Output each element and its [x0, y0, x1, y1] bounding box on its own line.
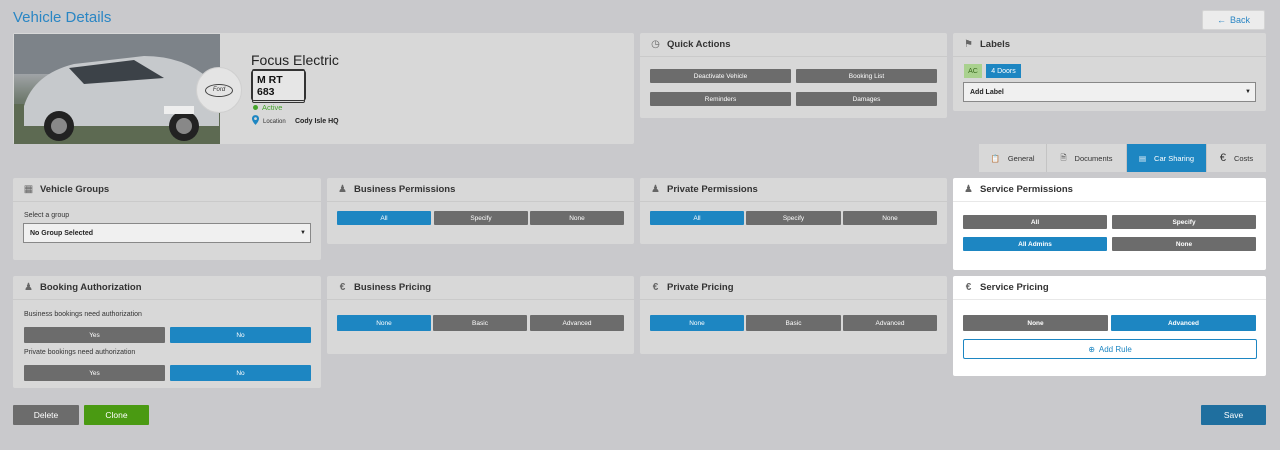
business-authorization-no-button[interactable]: No: [170, 327, 311, 343]
document-icon: 🗎: [1060, 152, 1067, 162]
tab-car-sharing[interactable]: ▤ Car Sharing: [1127, 144, 1207, 172]
euro-icon: €: [965, 282, 972, 293]
private-permission-none-button[interactable]: None: [843, 211, 937, 225]
car-sharing-icon: ▤: [1138, 153, 1147, 163]
location-label: Location: [263, 119, 286, 125]
arrow-left-icon: ←: [1216, 15, 1226, 25]
quick-actions-header: ◷ Quick Actions: [640, 33, 947, 57]
business-permission-none-button[interactable]: None: [530, 211, 624, 225]
private-permission-all-button[interactable]: All: [650, 211, 744, 225]
back-button[interactable]: ← Back: [1202, 10, 1265, 30]
service-permission-specify-button[interactable]: Specify: [1112, 215, 1256, 229]
business-permissions-header: ♟ Business Permissions: [327, 178, 634, 202]
service-permissions-card: ♟ Service Permissions All Specify All Ad…: [953, 178, 1266, 270]
add-label-select[interactable]: Add Label ▼: [963, 82, 1256, 102]
private-permissions-header: ♟ Private Permissions: [640, 178, 947, 202]
business-pricing-none-button[interactable]: None: [337, 315, 431, 331]
plus-circle-icon: ⊕: [1088, 344, 1095, 354]
private-permissions-card: ♟ Private Permissions All Specify None: [640, 178, 947, 244]
business-pricing-basic-button[interactable]: Basic: [433, 315, 527, 331]
service-pricing-none-button[interactable]: None: [963, 315, 1108, 331]
add-rule-button[interactable]: ⊕ Add Rule: [963, 339, 1257, 359]
tab-costs[interactable]: € Costs: [1207, 144, 1266, 172]
private-pricing-none-button[interactable]: None: [650, 315, 744, 331]
user-lock-icon: ♟: [964, 184, 973, 195]
private-authorization-no-button[interactable]: No: [170, 365, 311, 381]
status-dot-icon: [253, 105, 258, 110]
business-permission-specify-button[interactable]: Specify: [434, 211, 528, 225]
service-pricing-card: € Service Pricing None Advanced: [953, 276, 1266, 376]
user-lock-icon: ♟: [338, 184, 347, 195]
user-lock-icon: ♟: [24, 282, 33, 293]
reminders-button[interactable]: Reminders: [650, 92, 791, 106]
clipboard-icon: 📋: [990, 153, 1000, 163]
license-plate: M RT 683: [251, 68, 306, 103]
user-lock-icon: ♟: [651, 184, 660, 195]
brand-logo: Ford: [196, 67, 242, 113]
service-permission-all-admins-button[interactable]: All Admins: [963, 237, 1107, 251]
detail-tabs: 📋 General 🗎 Documents ▤ Car Sharing € Co…: [979, 144, 1266, 172]
private-pricing-card: € Private Pricing None Basic Advanced: [640, 276, 947, 354]
service-pricing-header: € Service Pricing: [953, 276, 1266, 300]
save-button[interactable]: Save: [1201, 405, 1266, 425]
private-authorization-yes-button[interactable]: Yes: [24, 365, 165, 381]
chevron-down-icon: ▼: [300, 230, 306, 236]
damages-button[interactable]: Damages: [796, 92, 937, 106]
business-pricing-header: € Business Pricing: [327, 276, 634, 300]
booking-authorization-header: ♟ Booking Authorization: [13, 276, 321, 300]
tab-general[interactable]: 📋 General: [979, 144, 1047, 172]
location-value: Cody Isle HQ: [295, 118, 339, 125]
vehicle-photo: [14, 34, 220, 144]
service-permission-all-button[interactable]: All: [963, 215, 1107, 229]
labels-header: ⚑ Labels: [953, 33, 1266, 57]
euro-icon: €: [1219, 152, 1226, 164]
booking-authorization-card: ♟ Booking Authorization Business booking…: [13, 276, 321, 388]
business-authorization-yes-button[interactable]: Yes: [24, 327, 165, 343]
vehicle-name: Focus Electric: [251, 52, 339, 68]
business-permissions-card: ♟ Business Permissions All Specify None: [327, 178, 634, 244]
euro-icon: €: [339, 282, 346, 293]
clock-icon: ◷: [651, 39, 660, 50]
page-title: Vehicle Details: [13, 9, 112, 26]
tab-documents[interactable]: 🗎 Documents: [1047, 144, 1127, 172]
tag-icon: ⚑: [964, 39, 973, 50]
booking-list-button[interactable]: Booking List: [796, 69, 937, 83]
service-pricing-advanced-button[interactable]: Advanced: [1111, 315, 1256, 331]
chevron-down-icon: ▼: [1245, 89, 1251, 95]
location-pin-icon: [252, 115, 259, 125]
private-pricing-basic-button[interactable]: Basic: [746, 315, 841, 331]
business-pricing-advanced-button[interactable]: Advanced: [530, 315, 624, 331]
back-button-label: Back: [1229, 15, 1250, 25]
business-authorization-label: Business bookings need authorization: [24, 311, 142, 318]
vehicle-groups-card: ▦ Vehicle Groups Select a group No Group…: [13, 178, 321, 260]
groups-icon: ▦: [23, 184, 34, 195]
business-pricing-card: € Business Pricing None Basic Advanced: [327, 276, 634, 354]
private-pricing-header: € Private Pricing: [640, 276, 947, 300]
label-tag[interactable]: AC: [964, 64, 982, 78]
private-pricing-advanced-button[interactable]: Advanced: [843, 315, 937, 331]
clone-button[interactable]: Clone: [84, 405, 149, 425]
vehicle-group-select[interactable]: No Group Selected ▼: [23, 223, 311, 243]
label-tag[interactable]: 4 Doors: [986, 64, 1021, 78]
service-permissions-header: ♟ Service Permissions: [953, 178, 1266, 202]
service-permission-none-button[interactable]: None: [1112, 237, 1256, 251]
quick-actions-card: ◷ Quick Actions Deactivate Vehicle Booki…: [640, 33, 947, 118]
delete-button[interactable]: Delete: [13, 405, 79, 425]
private-authorization-label: Private bookings need authorization: [24, 349, 136, 356]
private-permission-specify-button[interactable]: Specify: [746, 211, 841, 225]
deactivate-vehicle-button[interactable]: Deactivate Vehicle: [650, 69, 791, 83]
select-group-label: Select a group: [24, 212, 70, 219]
business-permission-all-button[interactable]: All: [337, 211, 431, 225]
vehicle-groups-header: ▦ Vehicle Groups: [13, 178, 321, 202]
vehicle-status: Active: [262, 103, 283, 112]
euro-icon: €: [652, 282, 659, 293]
